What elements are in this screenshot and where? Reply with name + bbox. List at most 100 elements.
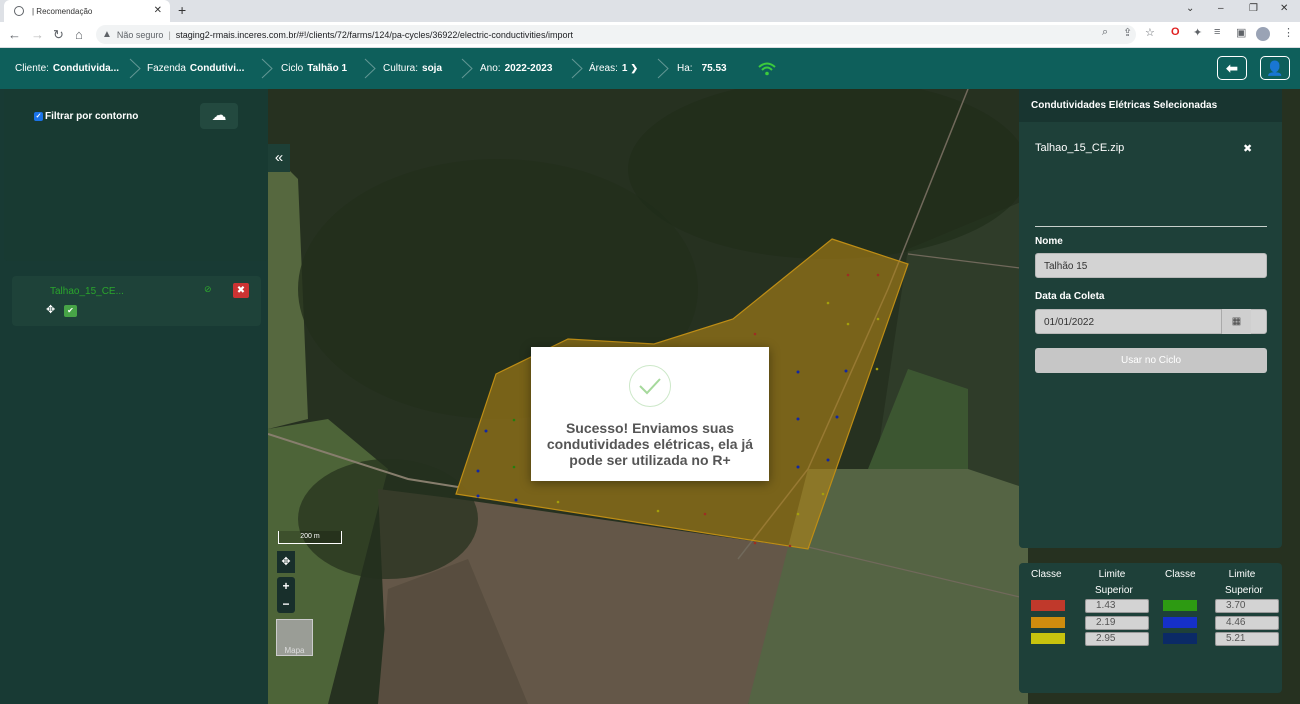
share-icon[interactable]: ⇪ (1123, 26, 1132, 39)
fazenda-label: Fazenda (147, 63, 186, 74)
panel-title: Condutividades Elétricas Selecionadas (1019, 89, 1282, 122)
right-panel: Condutividades Elétricas Selecionadas Ta… (1019, 89, 1282, 548)
url-field[interactable]: ▲ Não seguro | staging2-rmais.inceres.co… (96, 25, 1136, 44)
file-name: Talhao_15_CE... (50, 286, 124, 297)
legend-limit-value[interactable]: 2.95 (1085, 632, 1149, 646)
side-panel-icon[interactable]: ▣ (1236, 26, 1246, 39)
class-legend: Classe Limite Superior Classe Limite Super… (1019, 563, 1282, 693)
header-fazenda[interactable]: Fazenda Condutivi... (147, 48, 244, 89)
cliente-label: Cliente: (15, 63, 49, 74)
menu-kebab-icon[interactable]: ⋮ (1283, 26, 1294, 39)
ha-value: 75.53 (701, 63, 727, 74)
remove-file-icon[interactable]: ✖ (1243, 142, 1252, 155)
header-cultura[interactable]: Cultura: soja (383, 48, 442, 89)
limit-header-line2: Superior (1225, 585, 1263, 596)
data-coleta-label: Data da Coleta (1035, 291, 1105, 302)
areas-value: 1 (621, 63, 628, 74)
class-header: Classe (1031, 569, 1062, 580)
limit-header-line1: Limite (1228, 569, 1256, 580)
tab-search-icon[interactable]: ⌄ (1186, 3, 1194, 14)
home-icon[interactable]: ⌂ (75, 27, 83, 42)
file-list-item[interactable]: Talhao_15_CE... ⊘ ✖ ✥ ✔ (12, 276, 261, 326)
upload-button[interactable]: ☁ (200, 103, 238, 129)
header-areas[interactable]: Áreas: 1 ❯ (589, 48, 638, 89)
calendar-icon[interactable]: ▦ (1221, 309, 1251, 334)
legend-swatch (1163, 600, 1197, 611)
checkbox-icon: ✓ (34, 112, 43, 121)
zoom-icon[interactable]: ⌕ (1102, 26, 1108, 39)
legend-limit-value[interactable]: 4.46 (1215, 616, 1279, 630)
legend-swatch (1031, 600, 1065, 611)
zoom-out-button[interactable]: − (277, 595, 295, 613)
success-message: Sucesso! Enviamos suas condutividades el… (546, 420, 754, 468)
ha-label: Ha: (677, 63, 693, 74)
class-header: Classe (1165, 569, 1196, 580)
tab-close-icon[interactable]: ✕ (154, 5, 162, 16)
use-in-cycle-button[interactable]: Usar no Ciclo (1035, 348, 1267, 373)
back-icon[interactable]: ← (8, 27, 21, 42)
limit-header-line1: Limite (1098, 569, 1126, 580)
layer-switch-button[interactable]: Mapa (276, 619, 313, 656)
ciclo-label: Ciclo (281, 63, 304, 74)
new-tab-button[interactable]: + (178, 2, 186, 18)
move-icon[interactable]: ✥ (46, 303, 55, 316)
header-chevron (460, 58, 474, 79)
forward-icon[interactable]: → (31, 27, 44, 42)
header-ha: Ha: 75.53 (677, 48, 727, 89)
visibility-checkbox[interactable]: ✔ (64, 305, 77, 317)
limit-header: Limite Superior (1095, 567, 1133, 599)
cultura-label: Cultura: (383, 63, 419, 74)
divider (1035, 226, 1267, 227)
legend-swatch (1031, 633, 1065, 644)
back-arrow-button[interactable]: ⬅ (1217, 56, 1247, 80)
legend-limit-value[interactable]: 1.43 (1085, 599, 1149, 613)
status-ok-icon: ⊘ (204, 284, 212, 294)
header-ciclo[interactable]: Ciclo Talhão 1 (281, 48, 347, 89)
wifi-icon (757, 61, 777, 79)
legend-limit-value[interactable]: 2.19 (1085, 616, 1149, 630)
chevron-down-icon: ❯ (630, 63, 639, 73)
maximize-button[interactable]: ❐ (1249, 3, 1258, 14)
cultura-value: soja (422, 63, 443, 74)
success-modal: Sucesso! Enviamos suas condutividades el… (531, 347, 769, 481)
zoom-in-button[interactable]: + (277, 577, 295, 595)
minimize-button[interactable]: – (1218, 3, 1224, 14)
url-separator: | (168, 29, 171, 40)
close-window-button[interactable]: ✕ (1280, 3, 1288, 14)
opera-extension-icon[interactable]: O (1171, 26, 1180, 38)
nome-input[interactable]: Talhão 15 (1035, 253, 1267, 278)
header-chevron (260, 58, 274, 79)
map-scale-bar: 200 m (278, 531, 342, 544)
collapse-panel-button[interactable]: « (268, 144, 290, 172)
back-arrow-icon: ⬅ (1226, 59, 1238, 76)
left-panel: ✓ Filtrar por contorno ☁ Talhao_15_CE...… (0, 89, 268, 704)
reading-list-icon[interactable]: ≡ (1214, 26, 1220, 38)
header-chevron (570, 58, 584, 79)
delete-file-button[interactable]: ✖ (233, 283, 249, 298)
warning-icon: ▲ (102, 29, 112, 40)
extensions-puzzle-icon[interactable]: ✦ (1193, 26, 1202, 39)
browser-tab-bar: | Recomendação ✕ + ⌄ – ❐ ✕ (0, 0, 1300, 22)
user-button[interactable]: 👤 (1260, 56, 1290, 80)
ciclo-value: Talhão 1 (307, 63, 348, 74)
header-chevron (363, 58, 377, 79)
ano-value: 2022-2023 (504, 63, 553, 74)
limit-header-line2: Superior (1095, 585, 1133, 596)
legend-swatch (1163, 633, 1197, 644)
cliente-value: Condutivida... (52, 63, 120, 74)
bookmark-star-icon[interactable]: ☆ (1145, 26, 1155, 39)
reload-icon[interactable]: ↻ (53, 27, 64, 43)
limit-header: Limite Superior (1225, 567, 1263, 599)
browser-tab[interactable]: | Recomendação ✕ (4, 0, 170, 22)
filter-contour-checkbox[interactable]: ✓ Filtrar por contorno (34, 111, 138, 122)
profile-avatar[interactable] (1256, 27, 1270, 41)
nome-label: Nome (1035, 236, 1063, 247)
legend-limit-value[interactable]: 3.70 (1215, 599, 1279, 613)
legend-limit-value[interactable]: 5.21 (1215, 632, 1279, 646)
header-ano[interactable]: Ano: 2022-2023 (480, 48, 552, 89)
header-cliente[interactable]: Cliente: Condutivida... (15, 48, 119, 89)
address-bar-row: ← → ↻ ⌂ ▲ Não seguro | staging2-rmais.in… (0, 22, 1300, 48)
pan-control-icon[interactable]: ✥ (277, 551, 295, 573)
legend-swatch (1163, 617, 1197, 628)
legend-swatch (1031, 617, 1065, 628)
